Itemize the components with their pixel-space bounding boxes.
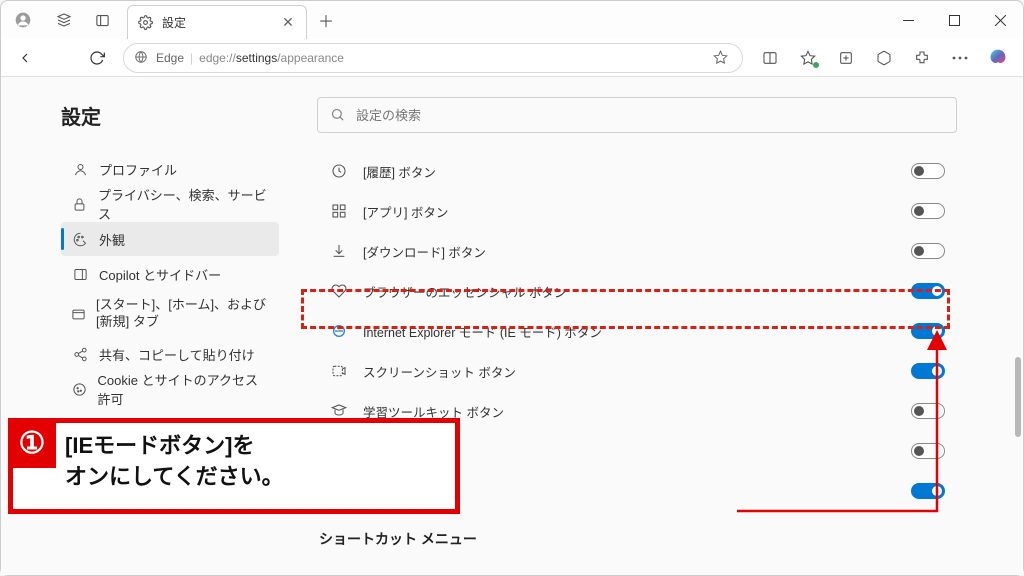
icon — [71, 555, 89, 573]
heart-icon — [329, 281, 349, 301]
favorite-star-button[interactable] — [708, 46, 732, 70]
screenshot-icon — [329, 361, 349, 381]
maximize-button[interactable] — [931, 1, 977, 39]
toggle-screenshot[interactable] — [911, 363, 945, 379]
setting-row-essentials: ブラウザーのエッセンシャル ボタン — [317, 271, 957, 311]
setting-label: [ダウンロード] ボタン — [363, 242, 911, 261]
profile-button[interactable] — [1, 1, 45, 39]
setting-label: [履歴] ボタン — [363, 162, 911, 181]
minimize-button[interactable] — [885, 1, 931, 39]
close-tab-button[interactable]: ✕ — [280, 15, 296, 31]
setting-row-downloads: [ダウンロード] ボタン — [317, 231, 957, 271]
setting-row-apps: [アプリ] ボタン — [317, 191, 957, 231]
sidebar-item-share[interactable]: 共有、コピーして貼り付け — [61, 337, 279, 371]
back-button[interactable] — [9, 42, 41, 74]
setting-label: Internet Explorer モード (IE モード) ボタン — [363, 322, 911, 341]
toggle-essentials[interactable] — [911, 283, 945, 299]
toggle-history[interactable] — [911, 163, 945, 179]
ie-icon — [329, 321, 349, 341]
setting-label: [アプリ] ボタン — [363, 202, 911, 221]
lock-icon — [71, 195, 88, 213]
icon — [71, 520, 89, 538]
download-icon — [329, 241, 349, 261]
sidebar-icon — [71, 265, 89, 283]
tab-icon — [71, 305, 86, 323]
tab-actions-button[interactable] — [83, 1, 121, 39]
edge-icon — [134, 50, 150, 66]
sidebar-item-profiles[interactable]: プロファイル — [61, 152, 279, 186]
sidebar-item-privacy[interactable]: プライバシー、検索、サービス — [61, 187, 279, 221]
annotation-number: ① — [8, 418, 56, 468]
refresh-button[interactable] — [81, 42, 113, 74]
sidebar-item[interactable] — [61, 512, 279, 546]
favorites-button[interactable] — [791, 42, 825, 74]
sidebar-item-cookies[interactable]: Cookie とサイトのアクセス許可 — [61, 372, 279, 406]
scrollbar[interactable] — [1015, 157, 1021, 457]
apps-icon — [329, 201, 349, 221]
new-tab-button[interactable]: ＋ — [311, 5, 341, 35]
more-button[interactable] — [943, 42, 977, 74]
sidebar-item-appearance[interactable]: 外観 — [61, 222, 279, 256]
setting-label: ブラウザーのエッセンシャル ボタン — [363, 282, 911, 301]
annotation-text: [IEモードボタン]を オンにしてください。 — [51, 423, 298, 509]
annotation-callout: ① [IEモードボタン]を オンにしてください。 — [8, 418, 460, 514]
toggle-learning[interactable] — [911, 403, 945, 419]
tab-title: 設定 — [162, 14, 280, 31]
sidebar-item-label: Cookie とサイトのアクセス許可 — [98, 370, 269, 408]
settings-title: 設定 — [61, 101, 279, 130]
toggle-ie-mode[interactable] — [911, 323, 945, 339]
setting-row-screenshot: スクリーンショット ボタン — [317, 351, 957, 391]
sidebar-item-label: プライバシー、検索、サービス — [98, 185, 269, 223]
extensions-button[interactable] — [905, 42, 939, 74]
setting-row-ie-mode: Internet Explorer モード (IE モード) ボタン — [317, 311, 957, 351]
divider: | — [190, 51, 193, 65]
collections-button[interactable] — [829, 42, 863, 74]
sidebar-item-start-home[interactable]: [スタート]、[ホーム]、および [新規] タブ — [61, 292, 279, 336]
close-window-button[interactable] — [977, 1, 1023, 39]
setting-label: スクリーンショット ボタン — [363, 362, 911, 381]
sidebar-item-copilot-sidebar[interactable]: Copilot とサイドバー — [61, 257, 279, 291]
url-text: edge://settings/appearance — [199, 51, 344, 65]
section-title-shortcut-menu: ショートカット メニュー — [317, 529, 999, 549]
setting-row-history: [履歴] ボタン — [317, 151, 957, 191]
share-icon — [71, 345, 89, 363]
gear-icon — [138, 15, 154, 31]
sidebar-item-label: Copilot とサイドバー — [99, 265, 221, 284]
titlebar: 設定 ✕ ＋ — [1, 1, 1023, 39]
toggle[interactable] — [911, 443, 945, 459]
toggle-downloads[interactable] — [911, 243, 945, 259]
sidebar-item[interactable] — [61, 547, 279, 575]
toolbar: Edge | edge://settings/appearance — [1, 39, 1023, 77]
sidebar-item-label: 共有、コピーして貼り付け — [99, 345, 255, 364]
sidebar-item-label: 外観 — [99, 230, 125, 249]
history-icon — [329, 161, 349, 181]
address-bar[interactable]: Edge | edge://settings/appearance — [123, 43, 743, 73]
cookie-icon — [71, 380, 88, 398]
appearance-icon — [71, 230, 89, 248]
copilot-button[interactable] — [981, 42, 1015, 74]
toggle-apps[interactable] — [911, 203, 945, 219]
tab-settings[interactable]: 設定 ✕ — [127, 5, 307, 39]
search-icon — [330, 107, 346, 123]
site-label: Edge — [156, 51, 184, 65]
sidebar-item-label: プロファイル — [99, 160, 177, 179]
workspaces-button[interactable] — [45, 1, 83, 39]
toggle[interactable] — [911, 483, 945, 499]
browser-essentials-button[interactable] — [867, 42, 901, 74]
profile-icon — [71, 160, 89, 178]
settings-search-input[interactable] — [356, 108, 944, 123]
split-screen-button[interactable] — [753, 42, 787, 74]
settings-search[interactable] — [317, 97, 957, 133]
sidebar-item-label: [スタート]、[ホーム]、および [新規] タブ — [96, 297, 269, 331]
